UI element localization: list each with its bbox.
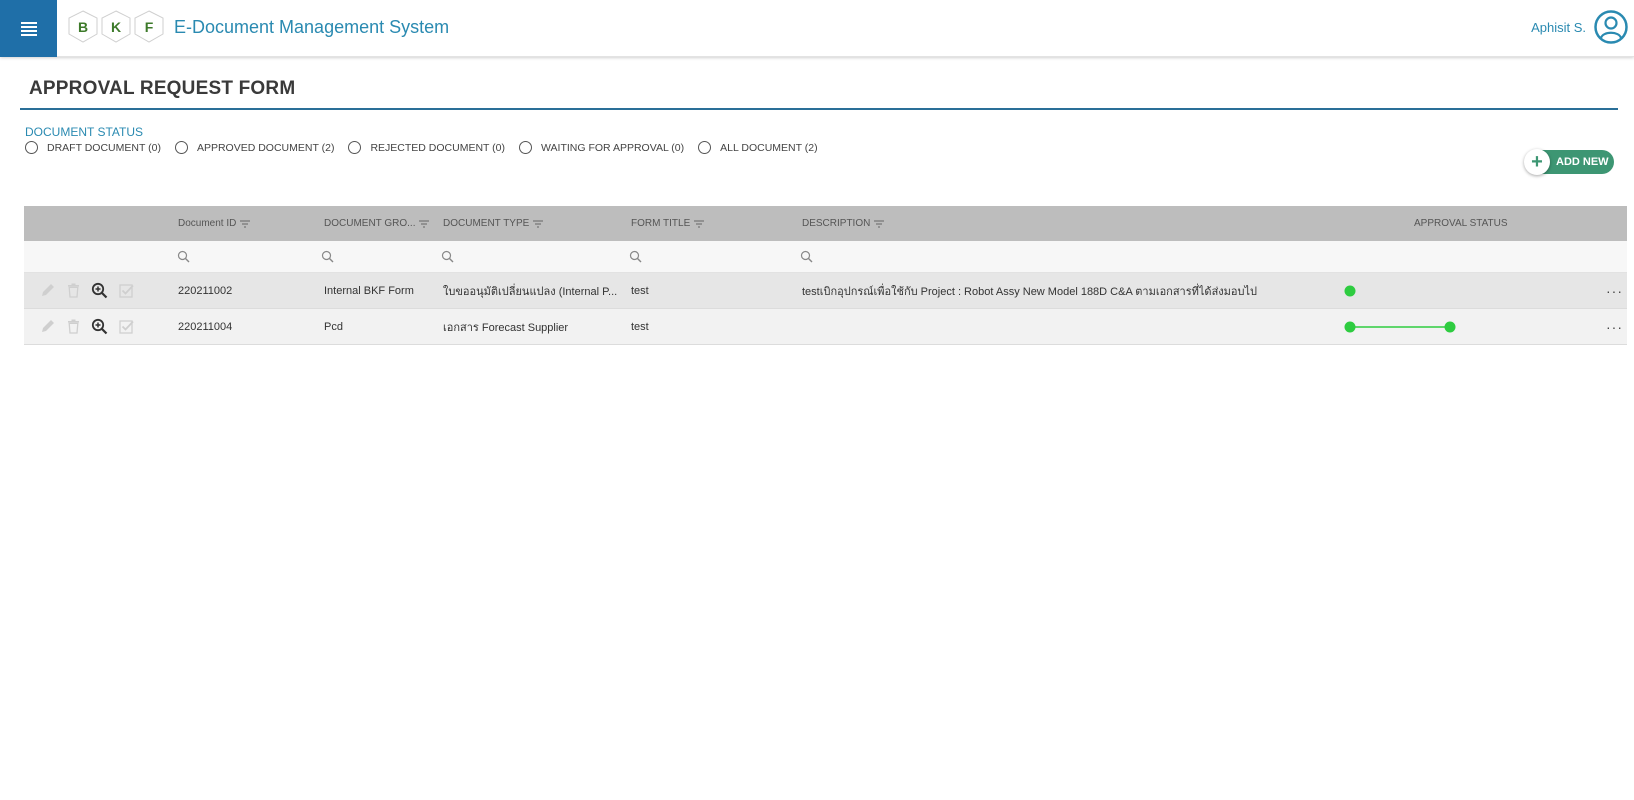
- column-header-description[interactable]: DESCRIPTION: [802, 206, 885, 241]
- document-group-cell: Pcd: [324, 320, 343, 333]
- title-divider: [20, 108, 1618, 110]
- column-header-label: DESCRIPTION: [802, 218, 871, 229]
- bkf-logo: B K F: [68, 10, 164, 43]
- user-avatar-icon[interactable]: [1594, 10, 1628, 44]
- search-icon[interactable]: [800, 250, 814, 264]
- grid-header: Document ID DOCUMENT GRO... DOCUMENT TYP…: [24, 206, 1627, 241]
- column-header-label: APPROVAL STATUS: [1414, 218, 1508, 229]
- approve-check-icon[interactable]: [118, 318, 135, 335]
- column-header-document-type[interactable]: DOCUMENT TYPE: [443, 206, 544, 241]
- document-id-cell: 220211004: [178, 320, 233, 333]
- radio-button[interactable]: [698, 141, 712, 154]
- column-header-label: DOCUMENT GRO...: [324, 218, 416, 229]
- table-row[interactable]: 220211004 Pcd เอกสาร Forecast Supplier t…: [24, 309, 1627, 345]
- description-cell: testเบิกอุปกรณ์เพื่อใช้กับ Project : Rob…: [802, 285, 1258, 298]
- approval-status-track[interactable]: [1344, 281, 1474, 301]
- approval-step-dot[interactable]: [1444, 321, 1456, 333]
- filter-icon[interactable]: [874, 219, 885, 228]
- column-header-label: DOCUMENT TYPE: [443, 218, 530, 229]
- description-cell: [802, 309, 1322, 344]
- radio-label: DRAFT DOCUMENT (0): [47, 141, 161, 154]
- document-id-cell: 220211002: [178, 284, 233, 297]
- app-title: E-Document Management System: [174, 17, 450, 37]
- radio-label: ALL DOCUMENT (2): [720, 141, 818, 154]
- top-bar: B K F E-Document Management System Aphis…: [0, 0, 1634, 57]
- logo-letter: B: [78, 19, 88, 35]
- edit-icon[interactable]: [39, 282, 56, 299]
- document-type-cell: เอกสาร Forecast Supplier: [443, 321, 569, 334]
- form-title-cell: test: [631, 284, 649, 297]
- column-header-label: Document ID: [178, 218, 237, 229]
- search-icon[interactable]: [321, 250, 335, 264]
- form-title-cell: test: [631, 320, 649, 333]
- filter-icon[interactable]: [240, 219, 251, 228]
- filter-icon[interactable]: [419, 219, 430, 228]
- edit-icon[interactable]: [39, 318, 56, 335]
- radio-label: REJECTED DOCUMENT (0): [370, 141, 506, 154]
- user-name[interactable]: Aphisit S.: [1531, 20, 1586, 35]
- logo-letter: K: [111, 19, 121, 35]
- radio-draft-document[interactable]: DRAFT DOCUMENT (0): [25, 141, 161, 154]
- column-header-approval-status[interactable]: APPROVAL STATUS: [1414, 206, 1508, 241]
- radio-label: WAITING FOR APPROVAL (0): [541, 141, 685, 154]
- page-title: APPROVAL REQUEST FORM: [29, 78, 296, 99]
- radio-label: APPROVED DOCUMENT (2): [196, 141, 335, 154]
- radio-waiting-for-approval[interactable]: WAITING FOR APPROVAL (0): [519, 141, 684, 154]
- radio-button[interactable]: [174, 141, 188, 154]
- approval-status-track[interactable]: [1344, 317, 1474, 337]
- radio-rejected-document[interactable]: REJECTED DOCUMENT (0): [348, 141, 505, 154]
- column-header-form-title[interactable]: FORM TITLE: [631, 206, 705, 241]
- plus-icon: +: [1524, 149, 1550, 175]
- zoom-in-icon[interactable]: [91, 282, 108, 299]
- approval-step-dot[interactable]: [1344, 285, 1356, 297]
- column-header-label: FORM TITLE: [631, 218, 691, 229]
- delete-icon[interactable]: [65, 282, 82, 299]
- zoom-in-icon[interactable]: [91, 318, 108, 335]
- document-group-cell: Internal BKF Form: [324, 284, 414, 297]
- radio-all-document[interactable]: ALL DOCUMENT (2): [698, 141, 818, 154]
- document-type-cell: ใบขออนุมัติเปลี่ยนแปลง (Internal P...: [443, 285, 618, 298]
- filter-row: [24, 241, 1627, 273]
- document-status-label: DOCUMENT STATUS: [25, 125, 144, 139]
- search-icon[interactable]: [629, 250, 643, 264]
- radio-button[interactable]: [348, 141, 362, 154]
- add-new-button[interactable]: + ADD NEW: [1524, 149, 1614, 175]
- approve-check-icon[interactable]: [118, 282, 135, 299]
- table-row[interactable]: 220211002 Internal BKF Form ใบขออนุมัติเ…: [24, 273, 1627, 309]
- more-icon[interactable]: ···: [1606, 273, 1623, 308]
- delete-icon[interactable]: [65, 318, 82, 335]
- approval-step-dot[interactable]: [1344, 321, 1356, 333]
- column-header-document-id[interactable]: Document ID: [178, 206, 251, 241]
- search-icon[interactable]: [441, 250, 455, 264]
- logo-letter: F: [145, 19, 154, 35]
- menu-icon[interactable]: [0, 0, 57, 57]
- filter-icon[interactable]: [533, 219, 544, 228]
- radio-button[interactable]: [25, 141, 38, 154]
- search-icon[interactable]: [177, 250, 191, 264]
- radio-button[interactable]: [519, 141, 533, 154]
- filter-icon[interactable]: [694, 219, 705, 228]
- radio-approved-document[interactable]: APPROVED DOCUMENT (2): [174, 141, 335, 154]
- more-icon[interactable]: ···: [1606, 309, 1623, 344]
- document-status-radios: DRAFT DOCUMENT (0) APPROVED DOCUMENT (2)…: [25, 141, 832, 154]
- add-new-label: ADD NEW: [1556, 156, 1609, 168]
- document-grid: Document ID DOCUMENT GRO... DOCUMENT TYP…: [24, 206, 1627, 345]
- column-header-document-group[interactable]: DOCUMENT GRO...: [324, 206, 430, 241]
